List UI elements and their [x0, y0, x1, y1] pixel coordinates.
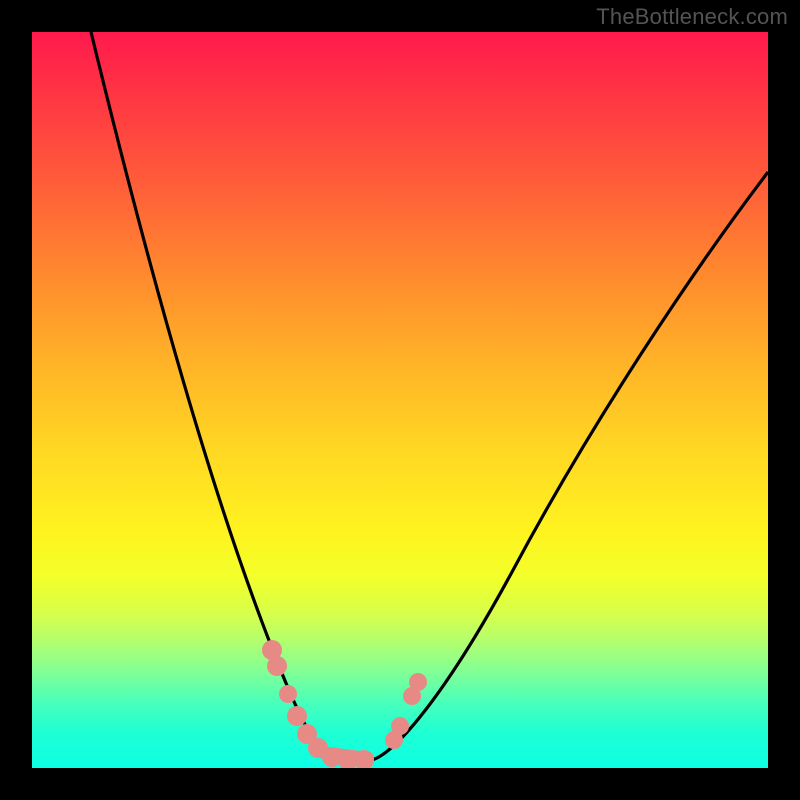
- curve-path: [91, 32, 768, 760]
- bottleneck-curve: [32, 32, 768, 768]
- watermark-text: TheBottleneck.com: [596, 4, 788, 30]
- plot-area: [32, 32, 768, 768]
- marker-cluster: [262, 640, 427, 768]
- chart-frame: TheBottleneck.com: [0, 0, 800, 800]
